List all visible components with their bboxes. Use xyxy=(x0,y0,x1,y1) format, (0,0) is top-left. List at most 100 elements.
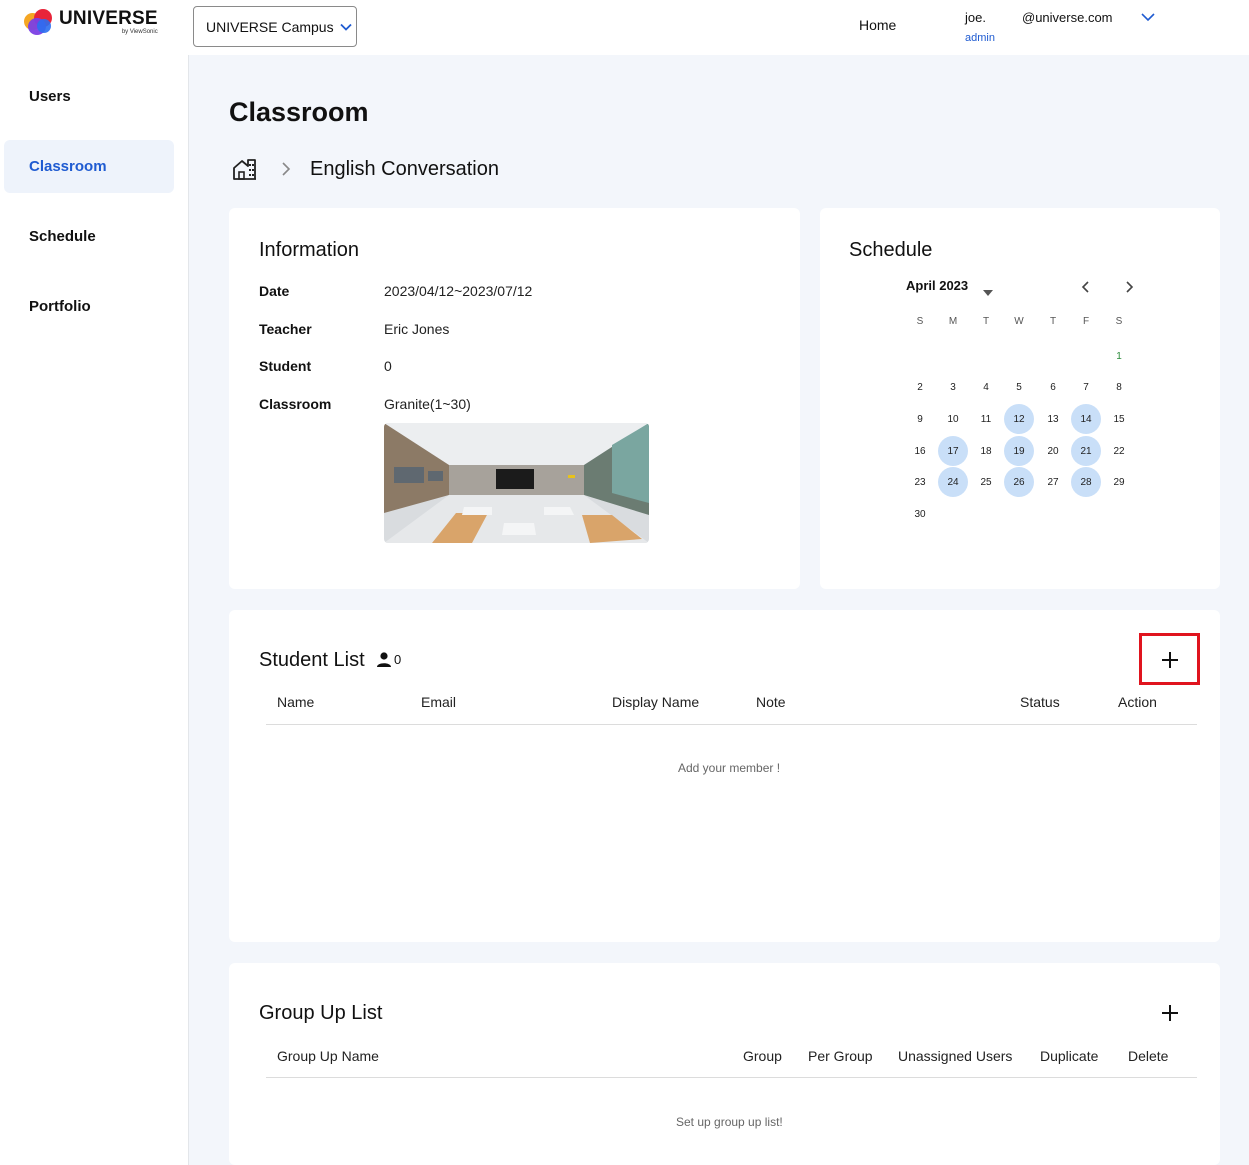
user-menu-chevron-icon[interactable] xyxy=(1140,10,1156,29)
calendar-day[interactable]: 23 xyxy=(905,467,935,497)
calendar-weekday: S xyxy=(916,316,924,327)
schedule-card: Schedule April 2023 S M T W T F S 1 2 3 4 5 6 7 8 9 10 11… xyxy=(820,208,1220,589)
calendar-day[interactable]: 15 xyxy=(1104,404,1134,434)
calendar-day[interactable]: 11 xyxy=(971,404,1001,434)
sidebar-item-schedule[interactable]: Schedule xyxy=(4,210,174,263)
column-header-display-name[interactable]: Display Name xyxy=(612,694,699,710)
column-header-email[interactable]: Email xyxy=(421,694,456,710)
chevron-right-icon[interactable] xyxy=(1123,280,1135,299)
table-divider xyxy=(266,1077,1197,1078)
calendar-day[interactable]: 18 xyxy=(971,436,1001,466)
calendar-weekday: M xyxy=(948,316,958,327)
info-value-classroom: Granite(1~30) xyxy=(384,396,471,412)
student-count-value: 0 xyxy=(394,652,402,667)
plus-icon xyxy=(1162,1005,1178,1021)
calendar-day[interactable]: 10 xyxy=(938,404,968,434)
universe-logo-icon xyxy=(24,9,53,35)
app-logo[interactable]: UNIVERSE by ViewSonic xyxy=(24,9,158,35)
column-header-duplicate[interactable]: Duplicate xyxy=(1040,1048,1098,1064)
calendar-day[interactable]: 3 xyxy=(938,372,968,402)
calendar-day[interactable]: 26 xyxy=(1004,467,1034,497)
table-divider xyxy=(266,724,1197,725)
calendar-day[interactable]: 4 xyxy=(971,372,1001,402)
info-value-student: 0 xyxy=(384,358,392,374)
annotation-highlight-box xyxy=(1139,633,1200,685)
page-title: Classroom xyxy=(229,97,369,127)
column-header-action[interactable]: Action xyxy=(1118,694,1157,710)
calendar-day[interactable]: 22 xyxy=(1104,436,1134,466)
breadcrumb-current: English Conversation xyxy=(310,158,499,180)
information-card: Information Date 2023/04/12~2023/07/12 T… xyxy=(229,208,800,589)
empty-state-message: Set up group up list! xyxy=(676,1115,783,1129)
classroom-preview-image xyxy=(384,423,649,543)
user-email: @universe.com xyxy=(1022,10,1113,25)
calendar-day[interactable]: 7 xyxy=(1071,372,1101,402)
calendar-day[interactable]: 27 xyxy=(1038,467,1068,497)
calendar-weekday: W xyxy=(1014,316,1024,327)
calendar-day[interactable]: 30 xyxy=(905,499,935,529)
column-header-status[interactable]: Status xyxy=(1020,694,1060,710)
schedule-title: Schedule xyxy=(849,239,933,261)
calendar-weekday: F xyxy=(1082,316,1090,327)
column-header-group-up-name[interactable]: Group Up Name xyxy=(277,1048,379,1064)
calendar-day[interactable]: 14 xyxy=(1071,404,1101,434)
logo-wordmark: UNIVERSE xyxy=(59,8,158,29)
campus-select[interactable]: UNIVERSE Campus xyxy=(193,6,357,47)
calendar-day[interactable]: 17 xyxy=(938,436,968,466)
student-count: 0 xyxy=(376,652,401,667)
group-up-list-title: Group Up List xyxy=(259,1002,383,1024)
calendar-day[interactable]: 19 xyxy=(1004,436,1034,466)
nav-home-link[interactable]: Home xyxy=(859,17,896,33)
info-label-student: Student xyxy=(259,358,312,374)
student-list-title: Student List xyxy=(259,649,365,671)
info-label-teacher: Teacher xyxy=(259,321,312,337)
column-header-note[interactable]: Note xyxy=(756,694,786,710)
chevron-left-icon[interactable] xyxy=(1080,280,1092,299)
column-header-group[interactable]: Group xyxy=(743,1048,782,1064)
sidebar-item-portfolio[interactable]: Portfolio xyxy=(4,280,174,333)
calendar-day[interactable]: 21 xyxy=(1071,436,1101,466)
classroom-building-icon[interactable] xyxy=(232,157,258,186)
calendar-day[interactable]: 20 xyxy=(1038,436,1068,466)
calendar-day[interactable]: 8 xyxy=(1104,372,1134,402)
calendar-day[interactable]: 29 xyxy=(1104,467,1134,497)
calendar-day[interactable]: 13 xyxy=(1038,404,1068,434)
breadcrumb-chevron-right-icon xyxy=(280,160,292,183)
column-header-name[interactable]: Name xyxy=(277,694,314,710)
calendar-day[interactable]: 2 xyxy=(905,372,935,402)
column-header-delete[interactable]: Delete xyxy=(1128,1048,1168,1064)
calendar-day[interactable]: 5 xyxy=(1004,372,1034,402)
calendar-day[interactable]: 16 xyxy=(905,436,935,466)
person-icon xyxy=(377,652,391,667)
group-up-list-card: Group Up List Group Up Name Group Per Gr… xyxy=(229,963,1220,1165)
column-header-unassigned-users[interactable]: Unassigned Users xyxy=(898,1048,1012,1064)
calendar-day[interactable]: 24 xyxy=(938,467,968,497)
calendar-day[interactable]: 6 xyxy=(1038,372,1068,402)
student-list-card: Student List 0 Name Email Display Name N… xyxy=(229,610,1220,942)
info-value-date: 2023/04/12~2023/07/12 xyxy=(384,283,533,299)
add-group-button[interactable] xyxy=(1156,999,1184,1027)
info-value-teacher: Eric Jones xyxy=(384,321,450,337)
calendar-weekday: T xyxy=(1049,316,1057,327)
column-header-per-group[interactable]: Per Group xyxy=(808,1048,873,1064)
calendar-day[interactable]: 9 xyxy=(905,404,935,434)
calendar-month-label[interactable]: April 2023 xyxy=(906,278,968,293)
caret-down-icon[interactable] xyxy=(983,283,993,301)
top-bar: UNIVERSE by ViewSonic UNIVERSE Campus Ho… xyxy=(0,0,1249,55)
calendar-day[interactable]: 12 xyxy=(1004,404,1034,434)
user-role: admin xyxy=(965,32,995,44)
sidebar-item-classroom[interactable]: Classroom xyxy=(4,140,174,193)
user-name: joe. xyxy=(965,10,986,25)
empty-state-message: Add your member ! xyxy=(678,761,781,775)
calendar-day[interactable]: 28 xyxy=(1071,467,1101,497)
info-label-date: Date xyxy=(259,283,290,299)
sidebar: Users Classroom Schedule Portfolio xyxy=(0,55,189,1165)
sidebar-item-users[interactable]: Users xyxy=(4,70,174,123)
information-title: Information xyxy=(259,239,360,261)
calendar-weekday: T xyxy=(982,316,990,327)
calendar-day[interactable]: 25 xyxy=(971,467,1001,497)
logo-tagline: by ViewSonic xyxy=(121,29,158,35)
calendar-weekday: S xyxy=(1115,316,1123,327)
calendar-day[interactable]: 1 xyxy=(1104,341,1134,371)
chevron-down-icon xyxy=(339,23,352,31)
